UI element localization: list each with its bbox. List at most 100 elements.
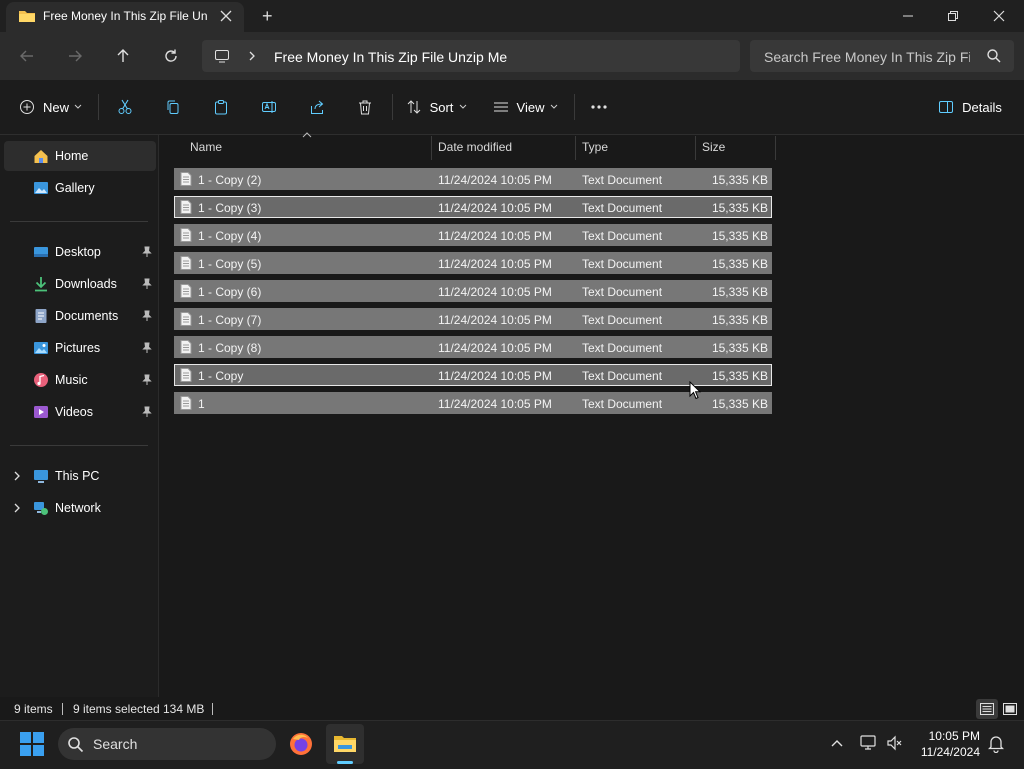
view-button[interactable]: View — [490, 92, 562, 122]
rename-icon — [262, 101, 276, 113]
column-divider[interactable] — [575, 136, 576, 160]
cut-button[interactable] — [110, 92, 140, 122]
sort-button[interactable]: Sort — [402, 92, 472, 122]
column-header-type[interactable]: Type — [582, 140, 608, 160]
search-input[interactable]: Search Free Money In This Zip File Unzip… — [764, 49, 970, 65]
file-row[interactable]: 1 - Copy (8) 11/24/2024 10:05 PM Text Do… — [174, 336, 772, 358]
chevron-down-icon — [460, 104, 467, 109]
pin-icon[interactable] — [142, 406, 152, 418]
file-row[interactable]: 1 - Copy (3) 11/24/2024 10:05 PM Text Do… — [174, 196, 772, 218]
delete-button[interactable] — [350, 92, 380, 122]
documents-icon — [33, 308, 49, 324]
file-name: 1 - Copy (5) — [198, 257, 262, 271]
minimize-button[interactable] — [885, 0, 931, 32]
file-date: 11/24/2024 10:05 PM — [438, 397, 552, 411]
taskbar-search[interactable] — [58, 728, 276, 760]
copy-button[interactable] — [158, 92, 188, 122]
back-button[interactable] — [11, 40, 43, 72]
view-list-icon — [493, 102, 508, 112]
start-button[interactable] — [20, 732, 44, 756]
file-size: 15,335 KB — [711, 257, 768, 271]
file-row[interactable]: 1 - Copy (5) 11/24/2024 10:05 PM Text Do… — [174, 252, 772, 274]
details-pane-button[interactable]: Details — [932, 92, 1008, 122]
firefox-icon[interactable] — [288, 731, 314, 757]
sidebar-item-network[interactable]: Network — [4, 493, 156, 523]
notification-bell-icon[interactable] — [988, 735, 1004, 753]
clock-time[interactable]: 10:05 PM — [900, 729, 980, 743]
file-type: Text Document — [582, 341, 663, 355]
sidebar-item-label: Documents — [55, 309, 119, 323]
file-name: 1 - Copy — [198, 369, 244, 383]
chevron-up-icon[interactable] — [830, 738, 844, 748]
more-options-button[interactable] — [584, 92, 614, 122]
search-icon[interactable] — [986, 48, 1002, 64]
tiles-view-button[interactable] — [1000, 699, 1020, 719]
file-row[interactable]: 1 - Copy (6) 11/24/2024 10:05 PM Text Do… — [174, 280, 772, 302]
file-row[interactable]: 1 - Copy 11/24/2024 10:05 PM Text Docume… — [174, 364, 772, 386]
pin-icon[interactable] — [142, 278, 152, 290]
sidebar-item-desktop[interactable]: Desktop — [4, 237, 156, 267]
pin-icon[interactable] — [142, 310, 152, 322]
network-status-icon[interactable] — [860, 735, 878, 751]
column-divider[interactable] — [775, 136, 776, 160]
file-row[interactable]: 1 - Copy (4) 11/24/2024 10:05 PM Text Do… — [174, 224, 772, 246]
ellipsis-icon — [591, 105, 607, 109]
pin-icon[interactable] — [142, 374, 152, 386]
details-view-icon — [980, 703, 994, 715]
file-row[interactable]: 1 11/24/2024 10:05 PM Text Document 15,3… — [174, 392, 772, 414]
mouse-cursor-icon — [689, 381, 701, 400]
file-name: 1 - Copy (4) — [198, 229, 262, 243]
paste-button[interactable] — [206, 92, 236, 122]
sidebar-item-this-pc[interactable]: This PC — [4, 461, 156, 491]
column-divider[interactable] — [695, 136, 696, 160]
column-header-date[interactable]: Date modified — [438, 140, 512, 160]
view-label: View — [516, 99, 545, 115]
clock-date[interactable]: 11/24/2024 — [900, 745, 980, 759]
file-name: 1 - Copy (8) — [198, 341, 262, 355]
chevron-right-icon[interactable] — [247, 50, 257, 62]
pin-icon[interactable] — [142, 246, 152, 258]
share-button[interactable] — [302, 92, 332, 122]
file-date: 11/24/2024 10:05 PM — [438, 369, 552, 383]
sidebar-item-gallery[interactable]: Gallery — [4, 173, 156, 203]
sidebar-item-documents[interactable]: Documents — [4, 301, 156, 331]
file-type: Text Document — [582, 173, 663, 187]
divider — [574, 94, 575, 120]
pin-icon[interactable] — [142, 342, 152, 354]
trash-icon — [359, 100, 371, 115]
close-tab-icon[interactable] — [218, 8, 234, 24]
new-button[interactable]: New — [16, 92, 86, 122]
refresh-button[interactable] — [155, 40, 187, 72]
file-row[interactable]: 1 - Copy (2) 11/24/2024 10:05 PM Text Do… — [174, 168, 772, 190]
selected-size: 134 MB — [163, 702, 205, 716]
sidebar-item-downloads[interactable]: Downloads — [4, 269, 156, 299]
column-divider[interactable] — [431, 136, 432, 160]
text-file-icon — [180, 200, 192, 214]
sidebar-item-home[interactable]: Home — [4, 141, 156, 171]
rename-button[interactable] — [254, 92, 284, 122]
taskbar-search-label[interactable]: Search — [93, 736, 137, 752]
sidebar-item-label: Downloads — [55, 277, 117, 291]
restore-button[interactable] — [930, 0, 976, 32]
sidebar-item-music[interactable]: Music — [4, 365, 156, 395]
address-path[interactable]: Free Money In This Zip File Unzip Me — [274, 49, 507, 65]
file-size: 15,335 KB — [711, 173, 768, 187]
file-size: 15,335 KB — [711, 369, 768, 383]
file-row[interactable]: 1 - Copy (7) 11/24/2024 10:05 PM Text Do… — [174, 308, 772, 330]
column-header-size[interactable]: Size — [702, 140, 725, 160]
forward-button[interactable] — [59, 40, 91, 72]
details-view-button[interactable] — [976, 699, 998, 719]
sidebar-item-videos[interactable]: Videos — [4, 397, 156, 427]
chevron-right-icon[interactable] — [12, 470, 22, 482]
file-type: Text Document — [582, 369, 663, 383]
new-tab-button[interactable]: + — [262, 6, 273, 27]
close-window-button[interactable] — [976, 0, 1022, 32]
music-icon — [33, 372, 49, 388]
file-type: Text Document — [582, 313, 663, 327]
clipboard-icon — [215, 100, 227, 115]
text-file-icon — [180, 228, 192, 242]
up-button[interactable] — [107, 40, 139, 72]
sidebar-item-pictures[interactable]: Pictures — [4, 333, 156, 363]
chevron-right-icon[interactable] — [12, 502, 22, 514]
column-header-name[interactable]: Name — [190, 140, 222, 160]
